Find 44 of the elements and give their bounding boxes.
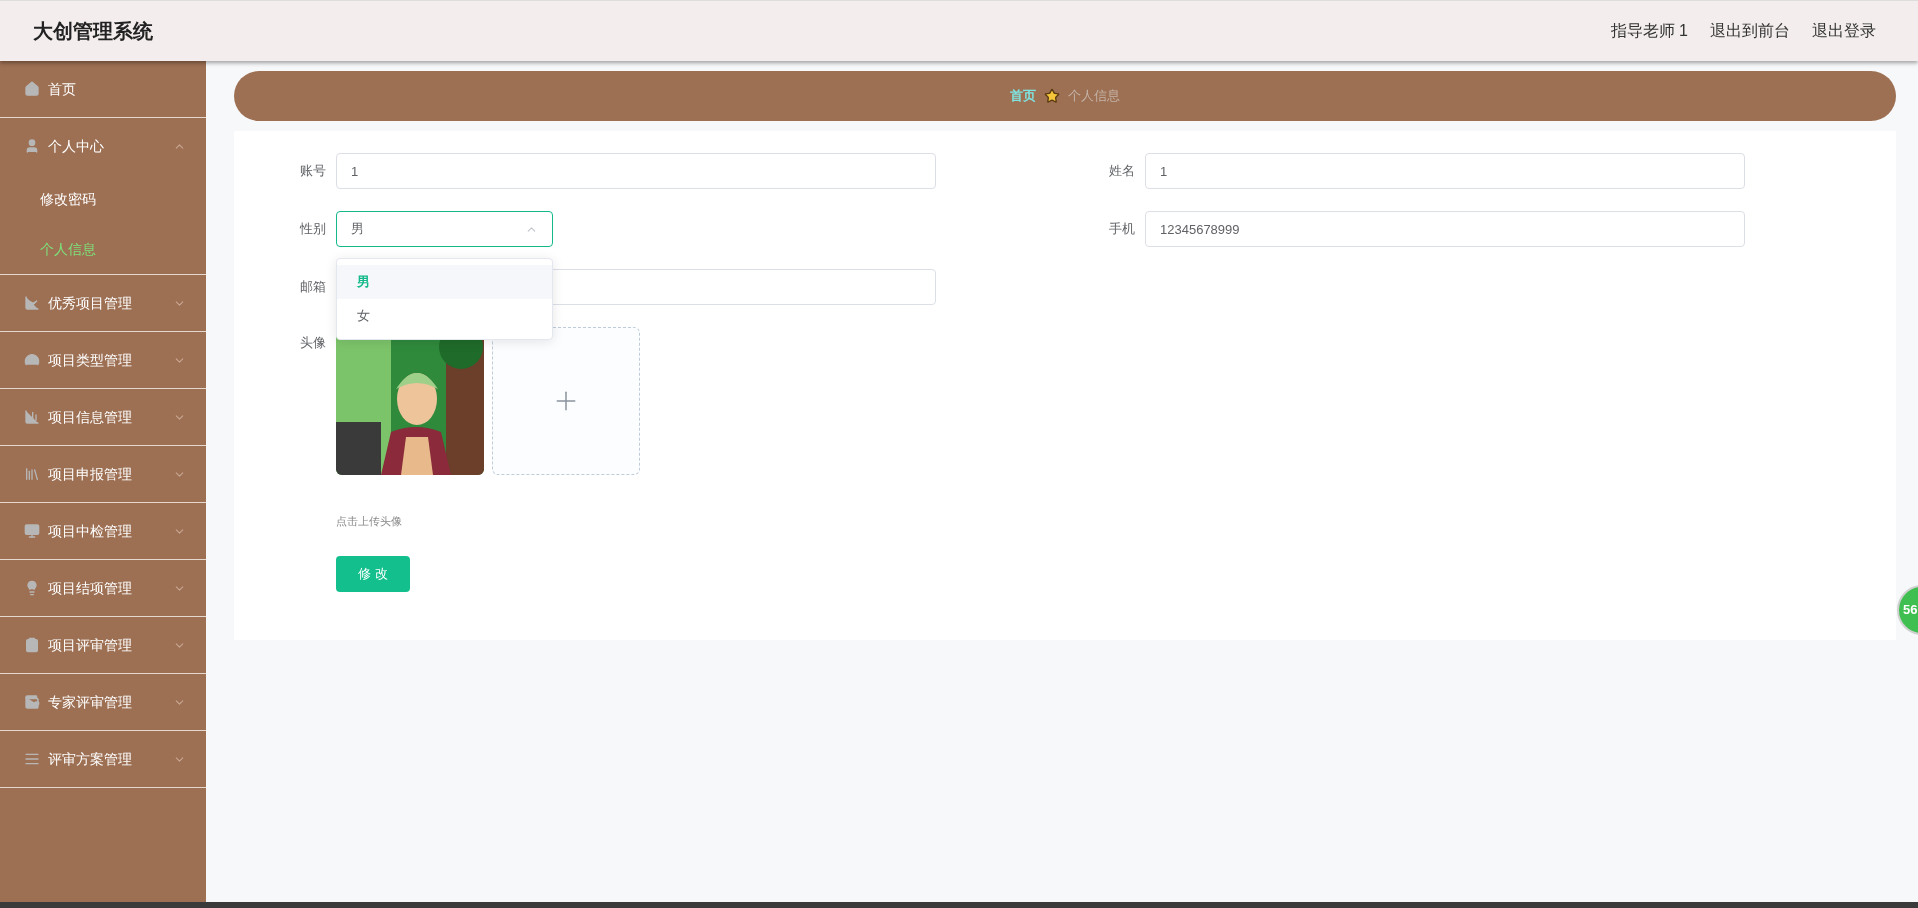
- text-field[interactable]: 1: [336, 153, 936, 189]
- wallet-icon: [24, 694, 40, 710]
- menu-item[interactable]: 个人中心: [0, 118, 206, 174]
- field-label: 性别: [299, 220, 327, 239]
- select-field[interactable]: 男: [336, 211, 553, 247]
- clipboard-icon: [24, 637, 40, 653]
- dropdown-option[interactable]: 男: [337, 265, 552, 299]
- menu-item[interactable]: 评审方案管理: [0, 731, 206, 787]
- menu-item[interactable]: 项目结项管理: [0, 560, 206, 616]
- menu-item[interactable]: 优秀项目管理: [0, 275, 206, 331]
- upload-hint: 点击上传头像: [336, 514, 403, 529]
- text-field[interactable]: 1: [1145, 153, 1745, 189]
- submenu-item[interactable]: 修改密码: [0, 174, 206, 224]
- menu-item[interactable]: 专家评审管理: [0, 674, 206, 730]
- field-label: 账号: [299, 162, 327, 181]
- upload-box[interactable]: [492, 327, 640, 475]
- field-label: 邮箱: [299, 278, 327, 297]
- lightbulb-icon: [24, 580, 40, 596]
- monitor-icon: [24, 523, 40, 539]
- submenu-item[interactable]: 个人信息: [0, 224, 206, 274]
- books-icon: [24, 466, 40, 482]
- menu-item[interactable]: 项目中检管理: [0, 503, 206, 559]
- menu-item[interactable]: 项目评审管理: [0, 617, 206, 673]
- text-field[interactable]: 12345678999: [1145, 211, 1745, 247]
- menu-item[interactable]: 首页: [0, 61, 206, 117]
- dropdown-option[interactable]: 女: [337, 299, 552, 333]
- field-label: 头像: [299, 334, 327, 352]
- breadcrumb-current: 个人信息: [1068, 87, 1120, 106]
- breadcrumb-link[interactable]: 首页: [1010, 86, 1036, 106]
- menu-item[interactable]: 项目申报管理: [0, 446, 206, 502]
- submit-button[interactable]: 修 改: [336, 555, 410, 592]
- menu-item[interactable]: 项目类型管理: [0, 332, 206, 388]
- list-icon: [24, 751, 40, 767]
- header-link[interactable]: 指导老师 1: [1610, 19, 1688, 43]
- user-icon: [24, 138, 40, 154]
- header-link[interactable]: 退出到前台: [1710, 19, 1790, 43]
- app-title: 大创管理系统: [33, 19, 153, 44]
- star-icon: [1044, 88, 1060, 104]
- menu-item[interactable]: 项目信息管理: [0, 389, 206, 445]
- home-icon: [24, 81, 40, 97]
- header-link[interactable]: 退出登录: [1812, 19, 1876, 43]
- floating-badge[interactable]: 56: [1897, 585, 1918, 635]
- field-label: 手机: [1108, 220, 1136, 239]
- field-label: 姓名: [1108, 162, 1136, 181]
